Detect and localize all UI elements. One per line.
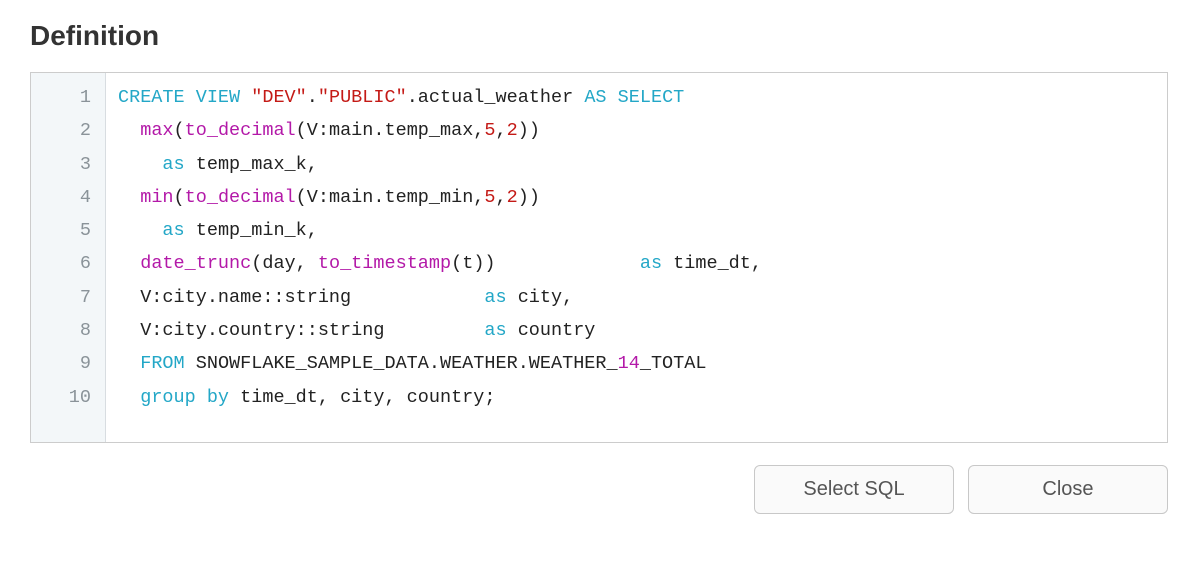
code-line: min(to_decimal(V:main.temp_min,5,2))	[118, 181, 1167, 214]
line-number: 4	[31, 181, 105, 214]
section-heading: Definition	[30, 20, 1168, 52]
code-line: FROM SNOWFLAKE_SAMPLE_DATA.WEATHER.WEATH…	[118, 347, 1167, 380]
code-line: max(to_decimal(V:main.temp_max,5,2))	[118, 114, 1167, 147]
line-number: 1	[31, 81, 105, 114]
line-number-gutter: 12345678910	[31, 73, 106, 442]
code-line: as temp_min_k,	[118, 214, 1167, 247]
code-line: as temp_max_k,	[118, 148, 1167, 181]
close-button[interactable]: Close	[968, 465, 1168, 514]
line-number: 10	[31, 381, 105, 414]
sql-definition-editor: 12345678910 CREATE VIEW "DEV"."PUBLIC".a…	[30, 72, 1168, 443]
line-number: 2	[31, 114, 105, 147]
code-line: date_trunc(day, to_timestamp(t)) as time…	[118, 247, 1167, 280]
sql-code-area[interactable]: CREATE VIEW "DEV"."PUBLIC".actual_weathe…	[106, 73, 1167, 442]
line-number: 7	[31, 281, 105, 314]
line-number: 3	[31, 148, 105, 181]
line-number: 6	[31, 247, 105, 280]
dialog-button-row: Select SQL Close	[30, 465, 1168, 514]
code-line: group by time_dt, city, country;	[118, 381, 1167, 414]
select-sql-button[interactable]: Select SQL	[754, 465, 954, 514]
code-line: CREATE VIEW "DEV"."PUBLIC".actual_weathe…	[118, 81, 1167, 114]
line-number: 5	[31, 214, 105, 247]
code-line: V:city.country::string as country	[118, 314, 1167, 347]
code-line: V:city.name::string as city,	[118, 281, 1167, 314]
line-number: 8	[31, 314, 105, 347]
line-number: 9	[31, 347, 105, 380]
